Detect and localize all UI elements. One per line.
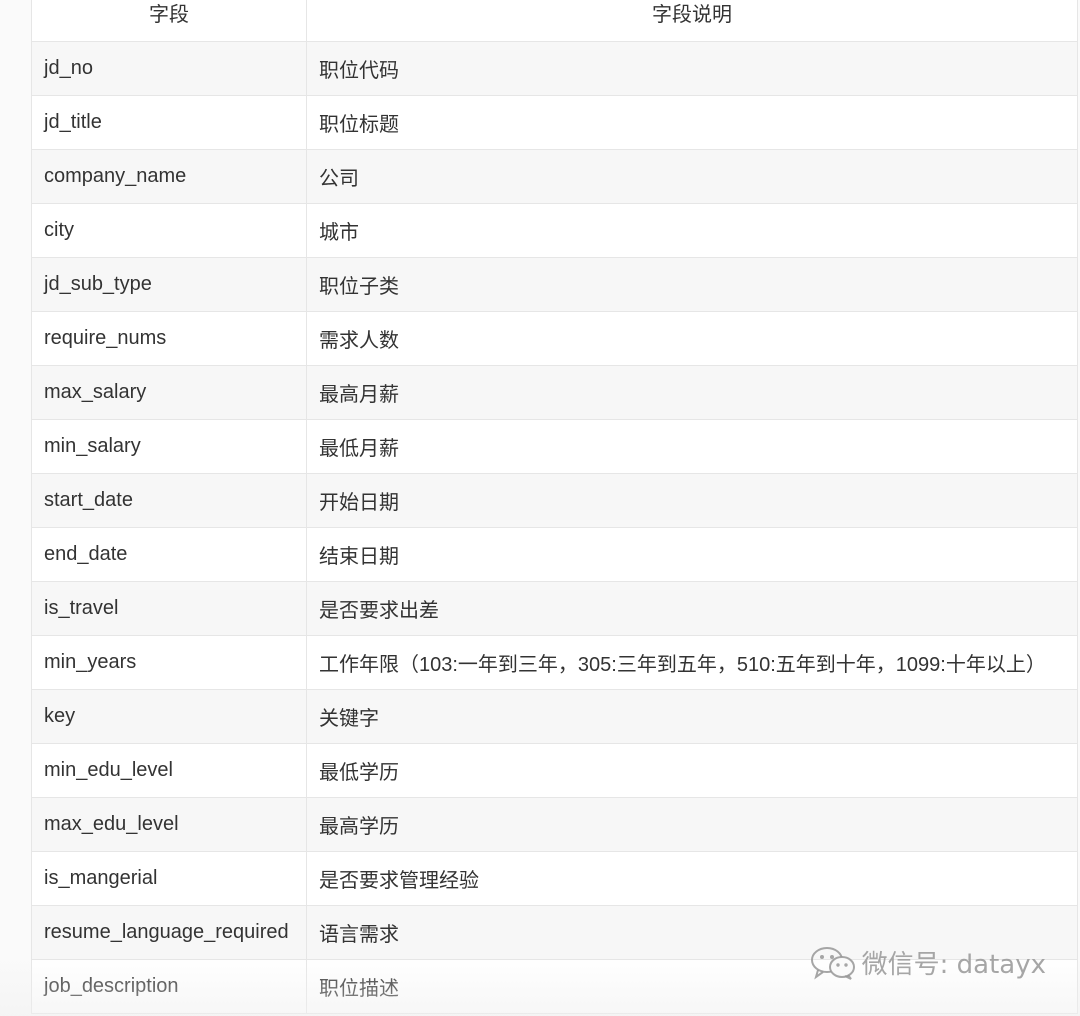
field-name-cell: is_travel [31, 581, 307, 636]
field-name-cell: min_salary [31, 419, 307, 474]
field-name-cell: require_nums [31, 311, 307, 366]
field-description-cell: 是否要求管理经验 [306, 851, 1078, 906]
field-name-cell: start_date [31, 473, 307, 528]
field-name-cell: resume_language_required [31, 905, 307, 960]
field-name-cell: city [31, 203, 307, 258]
field-description-cell: 关键字 [306, 689, 1078, 744]
field-table: 字段 字段说明 jd_no 职位代码 jd_title 职位标题 company_nam… [31, 0, 1078, 1014]
table-row: max_edu_level 最高学历 [31, 797, 1078, 852]
field-description-cell: 开始日期 [306, 473, 1078, 528]
table-body: jd_no 职位代码 jd_title 职位标题 company_name 公司 city 城… [31, 41, 1078, 1014]
table-row: require_nums 需求人数 [31, 311, 1078, 366]
field-description-cell: 城市 [306, 203, 1078, 258]
field-description-cell: 语言需求 [306, 905, 1078, 960]
field-name-cell: max_edu_level [31, 797, 307, 852]
table-row: job_description 职位描述 [31, 959, 1078, 1014]
field-name-cell: jd_title [31, 95, 307, 150]
field-name-cell: min_edu_level [31, 743, 307, 798]
table-row: resume_language_required 语言需求 [31, 905, 1078, 960]
table-row: jd_no 职位代码 [31, 41, 1078, 96]
table-row: key 关键字 [31, 689, 1078, 744]
table-row: company_name 公司 [31, 149, 1078, 204]
field-description-cell: 职位代码 [306, 41, 1078, 96]
table-row: is_travel 是否要求出差 [31, 581, 1078, 636]
table-row: city 城市 [31, 203, 1078, 258]
table-row: jd_title 职位标题 [31, 95, 1078, 150]
table-row: start_date 开始日期 [31, 473, 1078, 528]
field-description-cell: 最低月薪 [306, 419, 1078, 474]
field-name-cell: company_name [31, 149, 307, 204]
header-row: 字段 字段说明 [31, 0, 1078, 42]
table-row: end_date 结束日期 [31, 527, 1078, 582]
header-field: 字段 [31, 0, 307, 42]
field-name-cell: job_description [31, 959, 307, 1014]
field-description-cell: 结束日期 [306, 527, 1078, 582]
field-description-cell: 职位子类 [306, 257, 1078, 312]
field-name-cell: min_years [31, 635, 307, 690]
field-description-cell: 职位标题 [306, 95, 1078, 150]
field-name-cell: is_mangerial [31, 851, 307, 906]
field-name-cell: key [31, 689, 307, 744]
field-description-cell: 是否要求出差 [306, 581, 1078, 636]
field-table-container: 字段 字段说明 jd_no 职位代码 jd_title 职位标题 company_nam… [31, 0, 1078, 1014]
header-description: 字段说明 [306, 0, 1078, 42]
table-row: is_mangerial 是否要求管理经验 [31, 851, 1078, 906]
field-description-cell: 公司 [306, 149, 1078, 204]
field-description-cell: 最高学历 [306, 797, 1078, 852]
field-name-cell: jd_no [31, 41, 307, 96]
field-name-cell: jd_sub_type [31, 257, 307, 312]
field-description-cell: 最低学历 [306, 743, 1078, 798]
field-description-cell: 最高月薪 [306, 365, 1078, 420]
table-header: 字段 字段说明 [31, 0, 1078, 42]
page: 字段 字段说明 jd_no 职位代码 jd_title 职位标题 company_nam… [0, 0, 1080, 1016]
table-row: min_salary 最低月薪 [31, 419, 1078, 474]
table-row: jd_sub_type 职位子类 [31, 257, 1078, 312]
field-description-cell: 职位描述 [306, 959, 1078, 1014]
table-row: min_years 工作年限（103:一年到三年，305:三年到五年，510:五年… [31, 635, 1078, 690]
table-row: min_edu_level 最低学历 [31, 743, 1078, 798]
field-description-cell: 工作年限（103:一年到三年，305:三年到五年，510:五年到十年，1099:… [306, 635, 1078, 690]
table-row: max_salary 最高月薪 [31, 365, 1078, 420]
field-description-cell: 需求人数 [306, 311, 1078, 366]
field-name-cell: max_salary [31, 365, 307, 420]
field-name-cell: end_date [31, 527, 307, 582]
